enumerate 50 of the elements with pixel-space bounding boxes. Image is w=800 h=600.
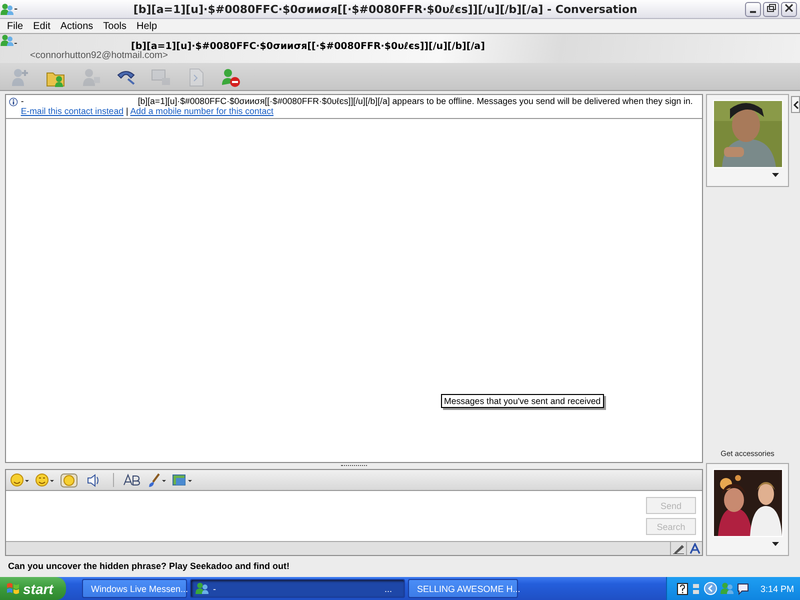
chat-icon[interactable] — [737, 582, 750, 594]
pen-icon[interactable] — [672, 543, 685, 554]
tooltip: Messages that you've sent and received — [441, 394, 604, 408]
window-title: [b][a=1][u]·$#0080FFC·$0σииσя[[·$#0080FFR·$0υℓєѕ]][/u][/b][/a] - Conversation — [132, 2, 638, 16]
separator-text: | — [126, 106, 128, 116]
contact-link[interactable]: E-mail this contact instead — [20, 106, 124, 116]
image-icon[interactable] — [172, 472, 192, 488]
restore-button[interactable] — [763, 2, 779, 16]
menu-item[interactable]: Edit — [28, 20, 56, 32]
taskbar-button[interactable]: - ... — [190, 579, 405, 598]
wink-icon[interactable] — [35, 472, 55, 488]
smiley-icon[interactable] — [10, 472, 30, 488]
minimize-icon — [750, 10, 756, 12]
minimize-button[interactable] — [745, 2, 761, 16]
offline-message: [b][a=1][u]·$#0080FFC·$0σииσя[[·$#0080FFR·$0υℓєѕ]][/u][/b][/a] appears to be offline. Messages you send will be delivered when they sign in. — [138, 96, 693, 106]
contact-icon — [0, 34, 14, 47]
ad-text[interactable]: Can you uncover the hidden phrase? Play Seekadoo and find out! — [5, 556, 800, 577]
menu-item[interactable]: Tools — [98, 20, 132, 32]
splitter-handle[interactable] — [341, 464, 367, 468]
contact-link[interactable]: Add a mobile number for this contact — [130, 106, 274, 116]
close-icon — [785, 4, 793, 12]
face-icon[interactable] — [60, 472, 80, 488]
messenger-icon — [0, 2, 14, 16]
contact-email: <connorhutton92@hotmail.com> — [30, 50, 168, 61]
status-text: - — [20, 96, 25, 106]
contact-status: - — [14, 38, 18, 51]
close-button[interactable] — [781, 2, 797, 16]
clock: 3:14 PM — [760, 584, 794, 594]
brush-icon[interactable] — [147, 472, 167, 488]
dropdown-icon[interactable] — [772, 173, 779, 177]
back-icon[interactable] — [704, 582, 718, 595]
person-block-icon[interactable] — [220, 66, 242, 86]
help-icon[interactable] — [677, 582, 688, 594]
menu-item[interactable]: Actions — [55, 20, 98, 32]
font-icon[interactable] — [122, 472, 142, 488]
chevron-icon[interactable] — [792, 100, 798, 108]
taskbar-button[interactable]: SELLING AWESOME H... — [408, 579, 518, 598]
menu-item[interactable]: Help — [132, 20, 162, 32]
status-text: - — [14, 3, 18, 15]
dropdown-icon[interactable] — [772, 542, 779, 546]
letter-icon[interactable] — [688, 543, 700, 554]
start-button[interactable]: start — [0, 577, 66, 600]
contact-name: [b][a=1][u]·$#0080FFC·$0σииσя[[·$#0080FFR·$0υℓєѕ]][/u][/b][/a] — [131, 40, 485, 52]
people-icon — [195, 582, 209, 595]
windows-logo-icon — [6, 582, 20, 595]
message-input[interactable] — [6, 491, 646, 541]
taskbar-button[interactable]: Windows Live Messen... — [82, 579, 187, 598]
restore-icon — [766, 4, 776, 12]
people-icon — [720, 582, 734, 595]
menu-item[interactable]: File — [2, 20, 28, 32]
